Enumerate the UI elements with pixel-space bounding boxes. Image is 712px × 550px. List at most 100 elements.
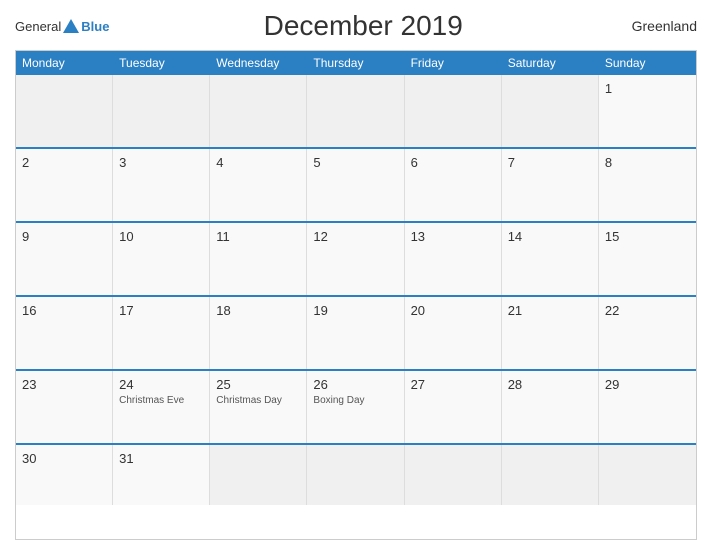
week-row-1: 1	[16, 75, 696, 147]
day-31: 31	[119, 451, 203, 466]
day-12: 12	[313, 229, 397, 244]
day-2: 2	[22, 155, 106, 170]
logo-blue-text: Blue	[81, 19, 109, 34]
day-30: 30	[22, 451, 106, 466]
day-15: 15	[605, 229, 690, 244]
week-row-3: 9 10 11 12 13 14 15	[16, 221, 696, 295]
day-3: 3	[119, 155, 203, 170]
cell-w5-thu: 26 Boxing Day	[307, 371, 404, 443]
calendar-body: 1 2 3 4 5 6	[16, 75, 696, 505]
day-28: 28	[508, 377, 592, 392]
day-6: 6	[411, 155, 495, 170]
cell-w3-thu: 12	[307, 223, 404, 295]
cell-w1-mon	[16, 75, 113, 147]
day-5: 5	[313, 155, 397, 170]
event-christmas-eve: Christmas Eve	[119, 394, 203, 407]
cell-w6-mon: 30	[16, 445, 113, 505]
cell-w2-sat: 7	[502, 149, 599, 221]
cell-w5-fri: 27	[405, 371, 502, 443]
cell-w2-sun: 8	[599, 149, 696, 221]
cell-w3-fri: 13	[405, 223, 502, 295]
header-monday: Monday	[16, 51, 113, 75]
day-7: 7	[508, 155, 592, 170]
cell-w2-wed: 4	[210, 149, 307, 221]
calendar: Monday Tuesday Wednesday Thursday Friday…	[15, 50, 697, 540]
day-10: 10	[119, 229, 203, 244]
day-4: 4	[216, 155, 300, 170]
day-17: 17	[119, 303, 203, 318]
cell-w3-wed: 11	[210, 223, 307, 295]
header-wednesday: Wednesday	[210, 51, 307, 75]
week-row-6: 30 31	[16, 443, 696, 505]
cell-w5-tue: 24 Christmas Eve	[113, 371, 210, 443]
cell-w2-mon: 2	[16, 149, 113, 221]
day-14: 14	[508, 229, 592, 244]
cell-w1-sat	[502, 75, 599, 147]
cell-w2-fri: 6	[405, 149, 502, 221]
day-13: 13	[411, 229, 495, 244]
country-label: Greenland	[617, 18, 697, 34]
day-27: 27	[411, 377, 495, 392]
cell-w3-sun: 15	[599, 223, 696, 295]
day-23: 23	[22, 377, 106, 392]
cell-w1-tue	[113, 75, 210, 147]
cell-w5-mon: 23	[16, 371, 113, 443]
cell-w4-mon: 16	[16, 297, 113, 369]
header-tuesday: Tuesday	[113, 51, 210, 75]
day-22: 22	[605, 303, 690, 318]
cell-w3-mon: 9	[16, 223, 113, 295]
header-sunday: Sunday	[599, 51, 696, 75]
page: General Blue December 2019 Greenland Mon…	[0, 0, 712, 550]
day-8: 8	[605, 155, 690, 170]
calendar-header: Monday Tuesday Wednesday Thursday Friday…	[16, 51, 696, 75]
day-16: 16	[22, 303, 106, 318]
header-friday: Friday	[405, 51, 502, 75]
cell-w4-tue: 17	[113, 297, 210, 369]
cell-w1-thu	[307, 75, 404, 147]
day-25: 25	[216, 377, 300, 392]
cell-w4-sat: 21	[502, 297, 599, 369]
week-row-4: 16 17 18 19 20 21 22	[16, 295, 696, 369]
week-row-2: 2 3 4 5 6 7 8	[16, 147, 696, 221]
cell-w1-fri	[405, 75, 502, 147]
cell-w6-wed	[210, 445, 307, 505]
event-boxing-day: Boxing Day	[313, 394, 397, 407]
day-21: 21	[508, 303, 592, 318]
day-24: 24	[119, 377, 203, 392]
cell-w4-wed: 18	[210, 297, 307, 369]
day-1: 1	[605, 81, 690, 96]
logo-general-text: General	[15, 19, 61, 34]
logo-triangle-icon	[63, 19, 79, 33]
calendar-title: December 2019	[109, 10, 617, 42]
cell-w6-tue: 31	[113, 445, 210, 505]
cell-w5-sat: 28	[502, 371, 599, 443]
cell-w6-sat	[502, 445, 599, 505]
cell-w3-sat: 14	[502, 223, 599, 295]
header-saturday: Saturday	[502, 51, 599, 75]
day-20: 20	[411, 303, 495, 318]
day-18: 18	[216, 303, 300, 318]
cell-w2-tue: 3	[113, 149, 210, 221]
cell-w1-sun: 1	[599, 75, 696, 147]
cell-w5-sun: 29	[599, 371, 696, 443]
cell-w3-tue: 10	[113, 223, 210, 295]
cell-w2-thu: 5	[307, 149, 404, 221]
day-11: 11	[216, 229, 300, 244]
header: General Blue December 2019 Greenland	[15, 10, 697, 42]
cell-w4-fri: 20	[405, 297, 502, 369]
day-19: 19	[313, 303, 397, 318]
cell-w4-thu: 19	[307, 297, 404, 369]
cell-w6-thu	[307, 445, 404, 505]
logo: General Blue	[15, 19, 109, 34]
cell-w4-sun: 22	[599, 297, 696, 369]
cell-w5-wed: 25 Christmas Day	[210, 371, 307, 443]
cell-w6-sun	[599, 445, 696, 505]
day-26: 26	[313, 377, 397, 392]
cell-w1-wed	[210, 75, 307, 147]
event-christmas-day: Christmas Day	[216, 394, 300, 407]
week-row-5: 23 24 Christmas Eve 25 Christmas Day 26 …	[16, 369, 696, 443]
day-29: 29	[605, 377, 690, 392]
header-thursday: Thursday	[307, 51, 404, 75]
cell-w6-fri	[405, 445, 502, 505]
day-9: 9	[22, 229, 106, 244]
